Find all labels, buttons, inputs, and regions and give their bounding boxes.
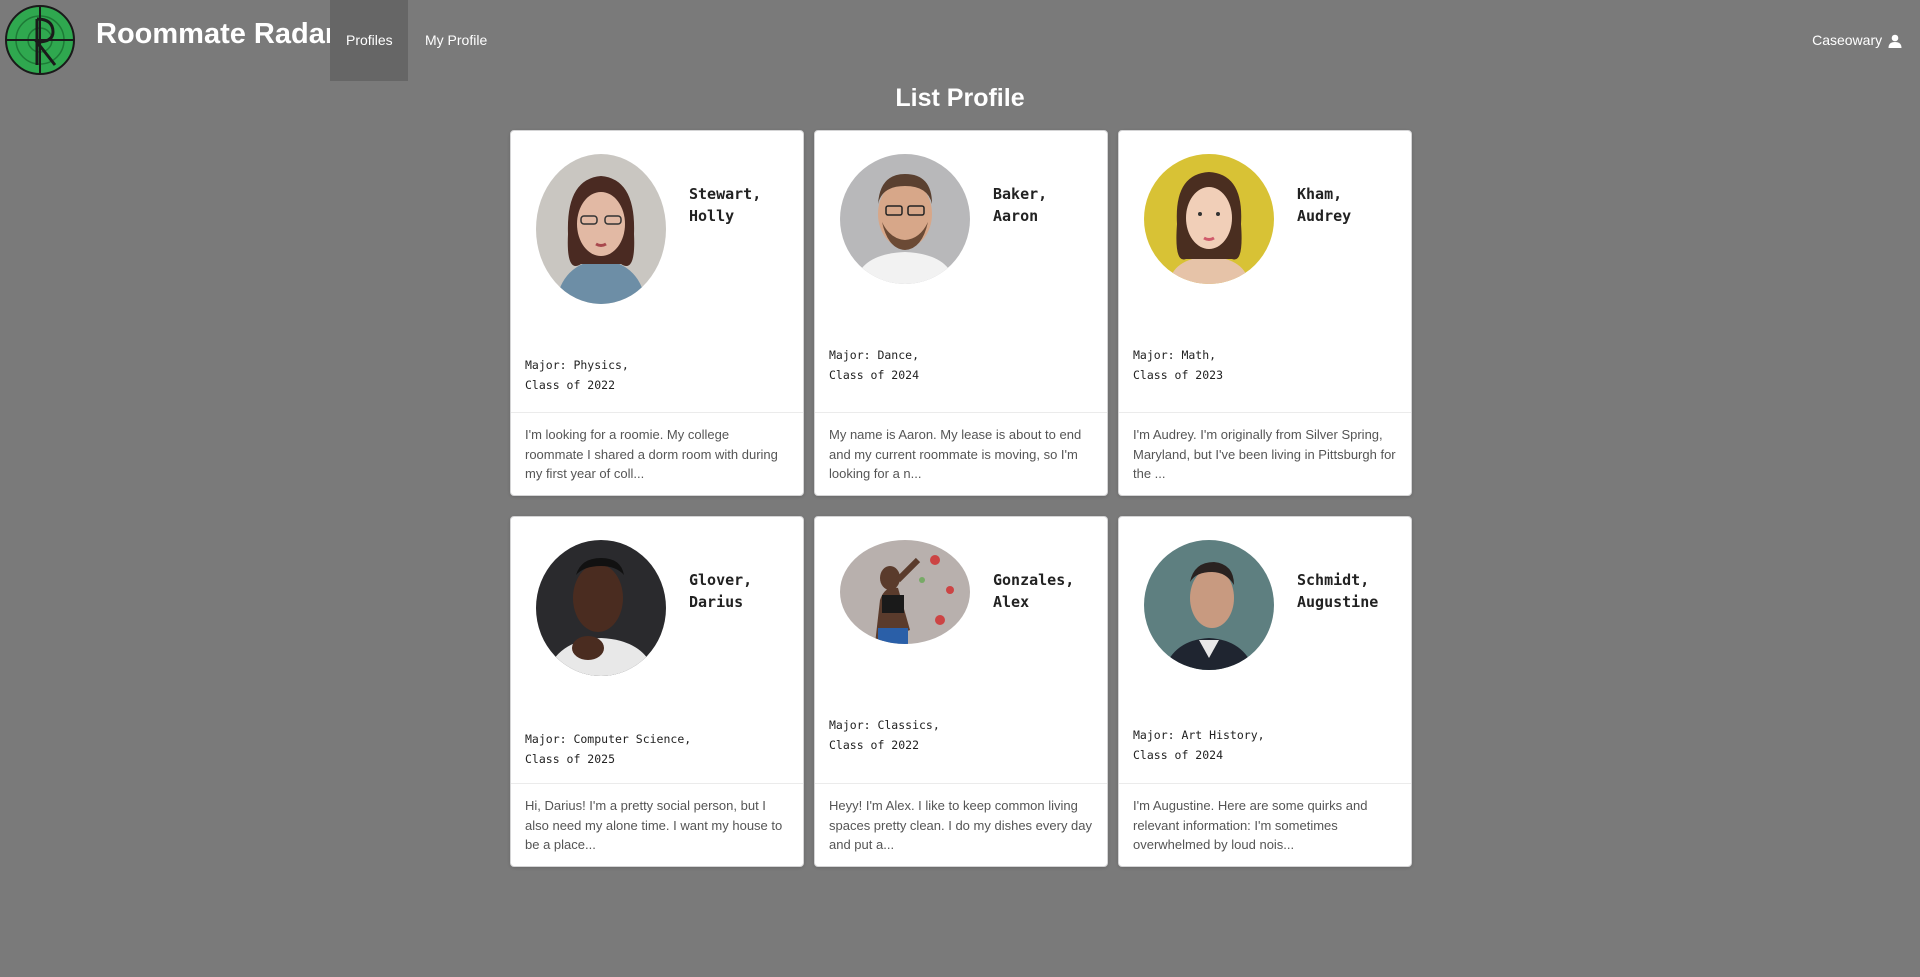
last-name: Kham,	[1297, 185, 1343, 203]
first-name: Audrey	[1297, 207, 1352, 225]
person-photo-icon	[536, 540, 666, 676]
person-photo-icon	[840, 154, 970, 284]
avatar	[1144, 540, 1274, 670]
profile-card[interactable]: Kham, Audrey Major: Math, Class of 2023 …	[1118, 130, 1412, 496]
profile-major: Major: Math,	[1133, 348, 1217, 362]
avatar	[840, 154, 970, 284]
profile-meta: Major: Art History, Class of 2024	[1133, 725, 1265, 765]
top-navbar: Roommate Radar Profiles My Profile Caseo…	[0, 0, 1920, 81]
card-content: Stewart, Holly Major: Physics, Class of …	[511, 131, 803, 412]
radar-logo-icon[interactable]	[5, 5, 75, 75]
first-name: Darius	[689, 593, 744, 611]
profile-class: Class of 2022	[829, 738, 920, 752]
profile-name: Baker, Aaron	[993, 183, 1093, 227]
last-name: Stewart,	[689, 185, 762, 203]
card-content: Kham, Audrey Major: Math, Class of 2023	[1119, 131, 1411, 412]
nav-profiles[interactable]: Profiles	[330, 0, 408, 81]
card-content: Schmidt, Augustine Major: Art History, C…	[1119, 517, 1411, 783]
profile-description: Hi, Darius! I'm a pretty social person, …	[511, 783, 803, 866]
profile-name: Glover, Darius	[689, 569, 789, 613]
person-photo-icon	[1144, 540, 1274, 670]
user-icon	[1888, 34, 1902, 48]
card-content: Gonzales, Alex Major: Classics, Class of…	[815, 517, 1107, 783]
profile-card[interactable]: Schmidt, Augustine Major: Art History, C…	[1118, 516, 1412, 867]
user-menu[interactable]: Caseowary	[1812, 0, 1902, 81]
profile-major: Major: Physics,	[525, 358, 629, 372]
profile-major: Major: Art History,	[1133, 728, 1265, 742]
profile-class: Class of 2024	[829, 368, 920, 382]
avatar	[1144, 154, 1274, 284]
first-name: Holly	[689, 207, 735, 225]
profile-meta: Major: Math, Class of 2023	[1133, 345, 1223, 385]
last-name: Gonzales,	[993, 571, 1075, 589]
card-content: Baker, Aaron Major: Dance, Class of 2024	[815, 131, 1107, 412]
profile-class: Class of 2023	[1133, 368, 1224, 382]
profile-meta: Major: Classics, Class of 2022	[829, 715, 940, 755]
profile-major: Major: Dance,	[829, 348, 920, 362]
user-name: Caseowary	[1812, 32, 1883, 48]
page-title: List Profile	[895, 84, 1025, 112]
brand-title[interactable]: Roommate Radar	[96, 18, 336, 51]
profile-description: I'm looking for a roomie. My college roo…	[511, 412, 803, 495]
first-name: Augustine	[1297, 593, 1379, 611]
person-photo-icon	[536, 154, 666, 304]
first-name: Aaron	[993, 207, 1039, 225]
last-name: Glover,	[689, 571, 753, 589]
profile-card[interactable]: Stewart, Holly Major: Physics, Class of …	[510, 130, 804, 496]
profile-name: Kham, Audrey	[1297, 183, 1397, 227]
profile-description: Heyy! I'm Alex. I like to keep common li…	[815, 783, 1107, 866]
profile-class: Class of 2022	[525, 378, 616, 392]
profile-meta: Major: Dance, Class of 2024	[829, 345, 919, 385]
avatar	[536, 154, 666, 304]
last-name: Schmidt,	[1297, 571, 1370, 589]
first-name: Alex	[993, 593, 1030, 611]
profile-major: Major: Computer Science,	[525, 732, 692, 746]
profile-card[interactable]: Baker, Aaron Major: Dance, Class of 2024…	[814, 130, 1108, 496]
profile-name: Gonzales, Alex	[993, 569, 1093, 613]
person-photo-icon	[840, 540, 970, 644]
avatar	[840, 540, 970, 644]
profile-name: Schmidt, Augustine	[1297, 569, 1397, 613]
last-name: Baker,	[993, 185, 1048, 203]
profile-meta: Major: Physics, Class of 2022	[525, 355, 629, 395]
person-photo-icon	[1144, 154, 1274, 284]
nav-my-profile[interactable]: My Profile	[409, 0, 503, 81]
profile-class: Class of 2025	[525, 752, 616, 766]
profile-class: Class of 2024	[1133, 748, 1224, 762]
profile-description: I'm Augustine. Here are some quirks and …	[1119, 783, 1411, 866]
card-content: Glover, Darius Major: Computer Science, …	[511, 517, 803, 783]
profile-description: My name is Aaron. My lease is about to e…	[815, 412, 1107, 495]
profile-major: Major: Classics,	[829, 718, 940, 732]
profile-name: Stewart, Holly	[689, 183, 789, 227]
profiles-grid: Stewart, Holly Major: Physics, Class of …	[510, 130, 1414, 867]
profile-description: I'm Audrey. I'm originally from Silver S…	[1119, 412, 1411, 495]
avatar	[536, 540, 666, 676]
profile-meta: Major: Computer Science, Class of 2025	[525, 729, 691, 769]
profile-card[interactable]: Gonzales, Alex Major: Classics, Class of…	[814, 516, 1108, 867]
profile-card[interactable]: Glover, Darius Major: Computer Science, …	[510, 516, 804, 867]
